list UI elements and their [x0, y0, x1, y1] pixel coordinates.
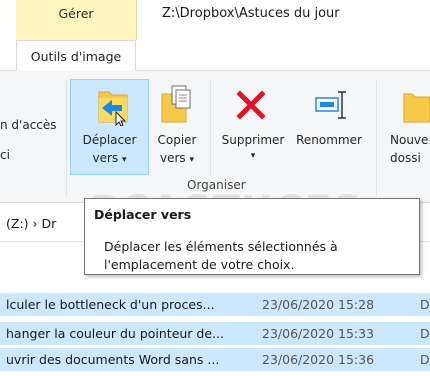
- ribbon-separator: [66, 80, 67, 196]
- context-tab-label: Gérer: [58, 6, 94, 21]
- chevron-down-icon: ▾: [250, 151, 256, 161]
- tooltip-title: Déplacer vers: [94, 207, 192, 222]
- ribbon-separator: [376, 80, 377, 196]
- rename-label: Renommer: [296, 133, 362, 147]
- table-row[interactable]: uvrir des documents Word sans ... 23/06/…: [0, 348, 430, 371]
- tooltip-body: Déplacer les éléments sélectionnés à l'e…: [104, 238, 338, 274]
- copy-to-label-line2-wrap: vers ▾: [151, 151, 203, 165]
- tab-outils-image-label: Outils d'image: [30, 49, 122, 64]
- window-title-path: Z:\Dropbox\Astuces du jour: [162, 6, 340, 21]
- file-date: 23/06/2020 15:36: [262, 352, 375, 367]
- file-date: 23/06/2020 15:33: [262, 326, 375, 341]
- tooltip-line-1: Déplacer les éléments sélectionnés à: [104, 239, 338, 254]
- copy-to-label-line1: Copier: [157, 133, 197, 147]
- file-type: D: [420, 352, 430, 367]
- file-date: 23/06/2020 15:28: [262, 297, 375, 312]
- new-folder-label-line1: Nouve: [390, 133, 429, 147]
- file-type: D: [420, 297, 430, 312]
- move-to-label-line1: Déplacer: [82, 133, 137, 147]
- file-name: uvrir des documents Word sans ...: [6, 352, 220, 367]
- move-to-label-line2: vers: [92, 151, 119, 165]
- table-row[interactable]: hanger la couleur du pointeur de... 23/0…: [0, 322, 430, 345]
- address-path[interactable]: (Z:) › Dr: [6, 216, 56, 231]
- delete-label: Supprimer: [221, 133, 285, 147]
- file-name: lculer le bottleneck d'un proces...: [6, 297, 215, 312]
- ribbon-separator: [210, 80, 211, 175]
- copy-to-label-line2: vers: [159, 151, 186, 165]
- tooltip-line-2: l'emplacement de votre choix.: [104, 257, 295, 272]
- file-type: D: [420, 326, 430, 341]
- tab-outils-image[interactable]: Outils d'image: [16, 40, 136, 71]
- chevron-down-icon: ▾: [121, 155, 127, 165]
- delete-x-icon: [236, 90, 266, 120]
- chevron-down-icon: ▾: [189, 155, 195, 165]
- move-folder-icon: [98, 91, 128, 126]
- ribbon-left-label-1[interactable]: n d'accès: [0, 118, 57, 132]
- move-to-label-line2-wrap: vers ▾: [72, 151, 147, 165]
- new-folder-icon: [403, 93, 430, 123]
- table-row[interactable]: lculer le bottleneck d'un proces... 23/0…: [0, 293, 430, 316]
- ribbon-left-label-2[interactable]: ci: [0, 148, 10, 162]
- copy-to-icon: [161, 85, 191, 123]
- context-tab-gerer[interactable]: Gérer: [16, 0, 137, 40]
- file-name: hanger la couleur du pointeur de...: [6, 326, 224, 341]
- rename-icon: [315, 91, 346, 119]
- new-folder-label-line2: dossi: [390, 151, 421, 165]
